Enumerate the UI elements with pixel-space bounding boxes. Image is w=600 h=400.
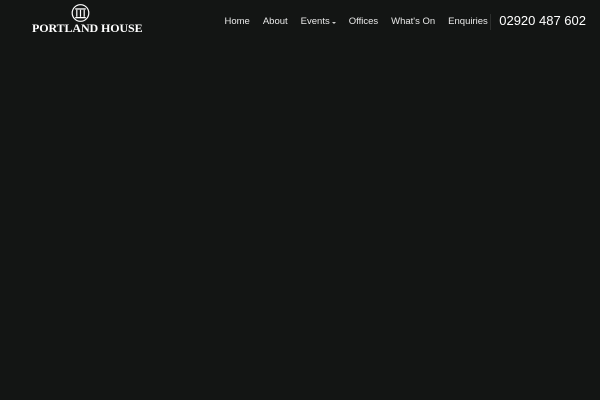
nav-item-label: Home — [224, 16, 250, 27]
main-nav: Home About Events Offices What's On Enqu… — [218, 13, 494, 31]
portico-columns-icon — [71, 4, 90, 22]
nav-item-label: Enquiries — [448, 16, 488, 27]
nav-item-offices[interactable]: Offices — [342, 13, 384, 31]
nav-item-label: Events — [300, 16, 330, 27]
chevron-down-icon — [331, 22, 336, 24]
nav-item-about[interactable]: About — [256, 13, 294, 31]
nav-item-label: About — [262, 16, 288, 27]
nav-item-whats-on[interactable]: What's On — [385, 13, 442, 31]
nav-item-enquiries[interactable]: Enquiries — [442, 13, 495, 31]
hero-section — [0, 44, 600, 400]
phone-number-link[interactable]: 02920 487 602 — [499, 12, 586, 30]
logo-link[interactable]: PORTLAND HOUSE — [31, 4, 143, 36]
nav-item-label: Offices — [348, 16, 379, 27]
logo-text: PORTLAND HOUSE — [32, 21, 143, 35]
nav-item-label: What's On — [391, 16, 436, 27]
nav-item-home[interactable]: Home — [218, 13, 256, 31]
nav-divider — [490, 14, 491, 30]
nav-item-events[interactable]: Events — [294, 13, 342, 31]
site-header: PORTLAND HOUSE Home About Events Offices… — [0, 0, 600, 44]
